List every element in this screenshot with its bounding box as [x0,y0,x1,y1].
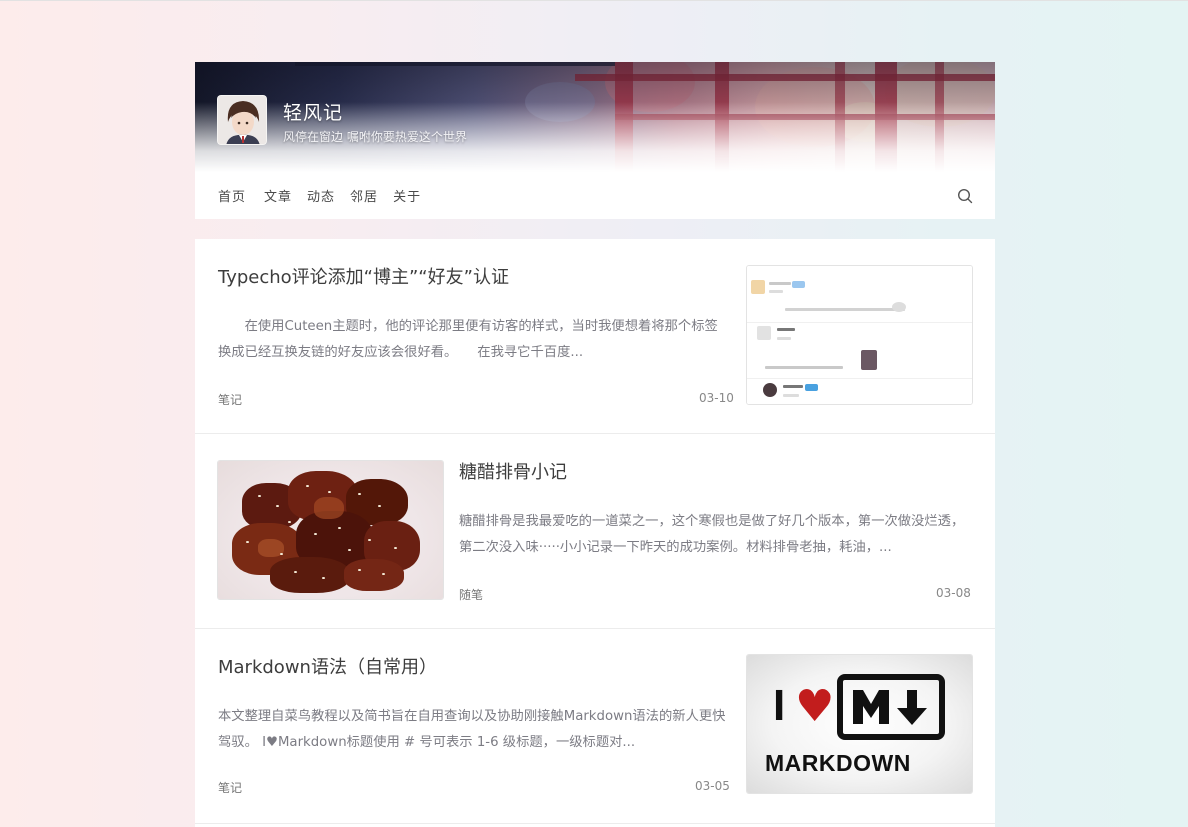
post-excerpt: 本文整理自菜鸟教程以及简书旨在自用查询以及协助刚接触Markdown语法的新人更… [218,709,726,750]
main-nav: 首页 文章 动态 邻居 关于 [218,186,436,205]
search-button[interactable] [957,188,973,204]
nav-item-friends[interactable]: 邻居 [350,186,378,205]
post-card[interactable]: Typecho评论添加“博主”“好友”认证 在使用Cuteen主题时，他的评论那… [195,239,995,434]
post-card[interactable]: Markdown语法（自常用） 本文整理自菜鸟教程以及简书旨在自用查询以及协助刚… [195,629,995,824]
post-thumbnail[interactable] [746,265,973,405]
search-icon [957,188,973,204]
top-border [0,0,1188,1]
nav-item-articles[interactable]: 文章 [264,186,292,205]
comment-screenshot [747,266,972,404]
post-title[interactable]: Markdown语法（自常用） [218,653,437,679]
post-excerpt: 在使用Cuteen主题时，他的评论那里便有访客的样式，当时我便想着将那个标签换成… [218,319,718,360]
markdown-down-arrow-icon [853,690,927,725]
site-description: 风停在窗边 嘱咐你要热爱这个世界 [283,130,467,144]
post-category[interactable]: 随笔 [459,586,483,603]
post-thumbnail[interactable]: I ♥ MARKDOWN [746,654,973,794]
post-date: 03-08 [936,586,971,600]
nav-item-moments[interactable]: 动态 [307,186,335,205]
site-title[interactable]: 轻风记 [283,98,343,125]
nav-item-home[interactable]: 首页 [218,186,246,205]
post-date: 03-05 [695,779,730,793]
post-category[interactable]: 笔记 [218,391,242,408]
post-card[interactable]: 糖醋排骨小记 糖醋排骨是我最爱吃的一道菜之一，这个寒假也是做了好几个版本，第一次… [195,434,995,629]
heart-icon: ♥ [795,681,835,732]
avatar-image [218,96,266,144]
nav-item-about[interactable]: 关于 [393,186,421,205]
main-container: 轻风记 风停在窗边 嘱咐你要热爱这个世界 首页 文章 动态 邻居 关于 Type… [195,62,995,827]
avatar[interactable] [217,95,267,145]
post-date: 03-10 [699,391,734,405]
post-excerpt: 糖醋排骨是我最爱吃的一道菜之一，这个寒假也是做了好几个版本，第一次做没烂透，第二… [459,514,965,555]
post-category[interactable]: 笔记 [218,779,242,796]
post-title[interactable]: 糖醋排骨小记 [459,458,567,484]
post-title[interactable]: Typecho评论添加“博主”“好友”认证 [218,263,509,289]
sweet-sour-ribs [218,461,443,599]
site-header: 轻风记 风停在窗边 嘱咐你要热爱这个世界 首页 文章 动态 邻居 关于 [195,62,995,219]
markdown-logo: I ♥ MARKDOWN [747,655,972,793]
post-thumbnail[interactable] [217,460,444,600]
